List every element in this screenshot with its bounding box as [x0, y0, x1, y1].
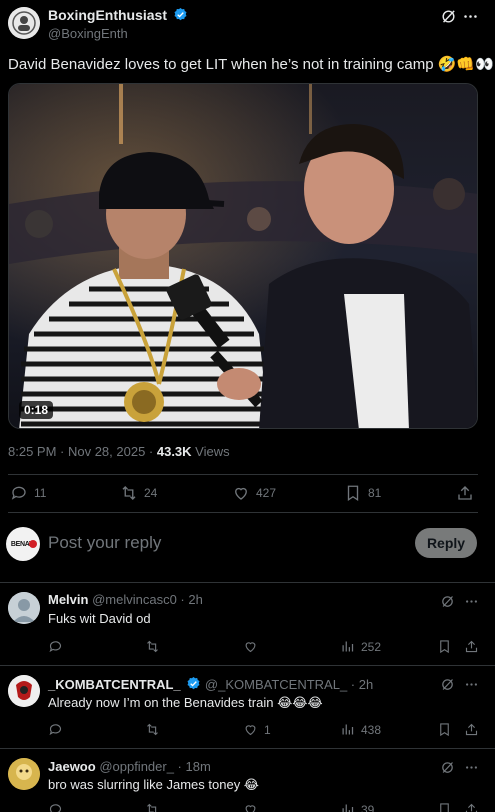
author-avatar[interactable] [8, 7, 40, 39]
verified-icon [186, 676, 201, 691]
repost-action[interactable]: 24 [120, 484, 157, 502]
repost-count: 24 [144, 486, 158, 500]
bookmark-icon [344, 484, 362, 502]
share-action[interactable] [464, 722, 479, 737]
reply-avatar[interactable] [8, 675, 40, 707]
verified-icon [173, 7, 188, 22]
bookmark-action[interactable] [437, 802, 452, 812]
divider [8, 474, 478, 475]
reply-action[interactable] [48, 802, 63, 812]
reply-icon [10, 484, 28, 502]
views-icon [340, 802, 355, 812]
views-count: 43.3K [156, 444, 192, 459]
views-icon [340, 639, 355, 654]
reply-action[interactable] [48, 639, 63, 654]
like-icon [243, 802, 258, 812]
reply-name[interactable]: Melvin [48, 592, 88, 607]
views-action[interactable]: 252 [340, 639, 381, 654]
post-meta: 8:25 PM · Nov 28, 2025 · 43.3K Views [8, 444, 230, 459]
divider [0, 748, 495, 749]
views-label: Views [191, 444, 230, 459]
views-count: 39 [361, 802, 375, 812]
repost-action[interactable] [145, 802, 160, 812]
reply-action[interactable]: 11 [10, 484, 46, 502]
bookmark-icon [437, 802, 452, 812]
bookmark-action[interactable]: 81 [344, 484, 381, 502]
reply-handle[interactable]: @melvincasc0 · 2h [92, 592, 203, 607]
reply-text: Fuks wit David od [48, 611, 151, 626]
share-icon [464, 722, 479, 737]
repost-action[interactable] [145, 722, 160, 737]
share-icon [456, 484, 474, 502]
video-duration: 0:18 [19, 401, 54, 419]
share-icon [464, 639, 479, 654]
grok-icon[interactable] [440, 8, 457, 25]
repost-icon [120, 484, 138, 502]
reply-text: Already now I’m on the Benavides train 😂… [48, 695, 323, 710]
reply-icon [48, 802, 63, 812]
grok-icon[interactable] [440, 760, 455, 775]
divider [0, 665, 495, 666]
share-icon [464, 802, 479, 812]
divider [0, 582, 495, 583]
reply-button[interactable]: Reply [415, 528, 477, 558]
like-icon [243, 639, 258, 654]
video-player[interactable]: 0:18 [8, 83, 478, 429]
bookmark-icon [437, 722, 452, 737]
repost-icon [145, 722, 160, 737]
author-handle[interactable]: @BoxingEnth [48, 26, 128, 41]
post-time[interactable]: 8:25 PM · Nov 28, 2025 · [8, 444, 157, 459]
like-icon [232, 484, 250, 502]
more-icon[interactable] [462, 8, 479, 25]
like-count: 427 [256, 486, 277, 500]
like-action[interactable] [243, 802, 258, 812]
reply-name[interactable]: _KOMBATCENTRAL_ [48, 677, 181, 692]
author-name[interactable]: BoxingEnthusiast [48, 7, 167, 23]
repost-icon [145, 802, 160, 812]
bookmark-action[interactable] [437, 722, 452, 737]
reply-icon [48, 722, 63, 737]
like-action[interactable]: 1 [243, 722, 271, 737]
reply-icon [48, 639, 63, 654]
user-avatar[interactable]: BENAVI [6, 527, 40, 561]
divider [8, 512, 478, 513]
more-icon[interactable] [464, 594, 479, 609]
bookmark-action[interactable] [437, 639, 452, 654]
views-action[interactable]: 438 [340, 722, 381, 737]
grok-icon[interactable] [440, 677, 455, 692]
repost-icon [145, 639, 160, 654]
reply-name[interactable]: Jaewoo [48, 759, 96, 774]
bookmark-icon [437, 639, 452, 654]
reply-action[interactable] [48, 722, 63, 737]
views-icon [340, 722, 355, 737]
like-action[interactable] [243, 639, 264, 654]
more-icon[interactable] [464, 760, 479, 775]
reply-text: bro was slurring like James toney 😂 [48, 777, 259, 792]
grok-icon[interactable] [440, 594, 455, 609]
share-action[interactable] [464, 639, 479, 654]
share-action[interactable] [464, 802, 479, 812]
reply-avatar[interactable] [8, 592, 40, 624]
like-icon [243, 722, 258, 737]
video-frame [9, 84, 477, 428]
reply-handle[interactable]: @oppfinder_ · 18m [99, 759, 210, 774]
post-text: David Benavidez loves to get LIT when he… [8, 56, 494, 73]
bookmark-count: 81 [368, 486, 382, 500]
views-count: 438 [361, 722, 382, 737]
repost-action[interactable] [145, 639, 160, 654]
more-icon[interactable] [464, 677, 479, 692]
reply-avatar[interactable] [8, 758, 40, 790]
like-action[interactable]: 427 [232, 484, 276, 502]
reply-input[interactable]: Post your reply [48, 533, 161, 553]
views-action[interactable]: 39 [340, 802, 374, 812]
share-action[interactable] [456, 484, 474, 502]
like-count: 1 [264, 722, 271, 737]
reply-count: 11 [34, 486, 47, 500]
views-count: 252 [361, 639, 382, 654]
reply-handle[interactable]: @_KOMBATCENTRAL_ · 2h [205, 677, 373, 692]
